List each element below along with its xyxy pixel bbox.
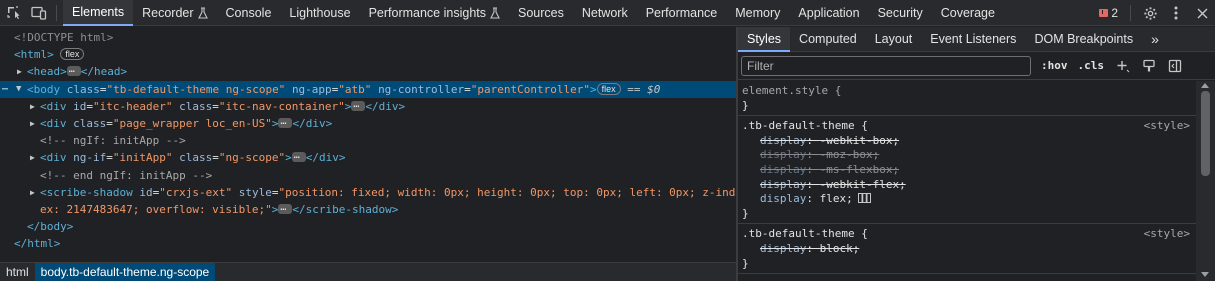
ellipsis-icon[interactable] [291, 147, 306, 165]
styles-pane: Styles Computed Layout Event Listeners D… [738, 26, 1215, 281]
issues-icon [1099, 9, 1109, 17]
dom-node-doctype[interactable]: <!DOCTYPE html> [0, 29, 736, 46]
tab-styles[interactable]: Styles [738, 26, 791, 52]
rule-close: } [742, 256, 749, 270]
toolbar-divider [56, 4, 57, 21]
tab-security[interactable]: Security [869, 0, 932, 26]
style-rule-tb-default-theme[interactable]: .tb-default-theme { <style> display: bloc… [738, 224, 1196, 275]
tab-event-listeners[interactable]: Event Listeners [921, 27, 1025, 52]
rule-source-link[interactable]: <style> [1144, 227, 1190, 242]
issues-button[interactable]: 2 [1091, 6, 1126, 20]
style-property[interactable]: display: block; [742, 242, 1196, 257]
inspect-icon[interactable] [0, 0, 26, 26]
styles-toolbar: :hov .cls [738, 52, 1215, 80]
toggle-sidebar-icon[interactable] [1168, 59, 1182, 73]
dom-node-div-page-wrapper[interactable]: ▶<div class="page_wrapper loc_en-US"></d… [0, 113, 736, 132]
expand-arrow-icon[interactable]: ▶ [30, 184, 40, 201]
scroll-up-icon[interactable] [1201, 83, 1209, 88]
dom-node-div-ng-scope[interactable]: ▶<div ng-if="initApp" class="ng-scope"><… [0, 147, 736, 166]
tab-recorder[interactable]: Recorder [133, 0, 216, 26]
ellipsis-icon[interactable] [66, 61, 81, 79]
toolbar-right: 2 [1091, 0, 1215, 26]
scrollbar-thumb[interactable] [1201, 91, 1210, 176]
tab-elements[interactable]: Elements [63, 0, 134, 26]
ellipsis-icon[interactable] [278, 113, 293, 130]
expand-arrow-icon[interactable]: ▶ [30, 149, 40, 166]
dom-node-comment[interactable]: <!-- end ngIf: initApp --> [0, 167, 736, 184]
new-rule-icon[interactable] [1116, 59, 1130, 73]
collapse-arrow-icon[interactable]: ▼ [16, 81, 26, 98]
cls-toggle[interactable]: .cls [1078, 59, 1105, 72]
tab-sources[interactable]: Sources [509, 0, 573, 26]
device-toggle-icon[interactable] [26, 0, 52, 26]
dom-node-body[interactable]: ⋯ ▼ <body class="tb-default-theme ng-scope… [0, 80, 736, 98]
tab-dom-breakpoints[interactable]: DOM Breakpoints [1025, 27, 1142, 52]
dom-node-html-close[interactable]: </html> [0, 235, 736, 252]
node-actions-icon[interactable]: ⋯ [2, 81, 12, 98]
ellipsis-icon[interactable] [278, 199, 293, 216]
ellipsis-icon[interactable] [351, 96, 366, 113]
tab-memory[interactable]: Memory [726, 0, 789, 26]
toolbar-divider [1130, 5, 1131, 21]
tab-application[interactable]: Application [789, 0, 868, 26]
dom-node-scribe-shadow[interactable]: ▶ <scribe-shadow id="crxjs-ext" style="po… [0, 184, 736, 201]
rule-close: } [742, 98, 749, 112]
close-icon[interactable] [1189, 0, 1215, 26]
issues-count: 2 [1111, 6, 1118, 20]
dom-node-head[interactable]: ▶<head></head> [0, 61, 736, 80]
expand-arrow-icon[interactable]: ▶ [30, 115, 40, 132]
flex-badge[interactable]: flex [60, 48, 85, 61]
scroll-down-icon[interactable] [1201, 272, 1209, 277]
dom-node-div-header[interactable]: ▶ <div id="itc-header" class="itc-nav-con… [0, 96, 736, 115]
more-vert-icon[interactable] [1163, 0, 1189, 26]
style-property[interactable]: display: -moz-box; [742, 148, 1196, 163]
tab-network[interactable]: Network [573, 0, 637, 26]
flask-icon [490, 6, 500, 19]
tab-layout[interactable]: Layout [866, 27, 922, 52]
selected-node-marker: == $0 [627, 82, 661, 96]
style-property[interactable]: display: -ms-flexbox; [742, 163, 1196, 178]
rule-source-link[interactable]: <style> [1144, 119, 1190, 134]
styles-filter-input[interactable] [741, 55, 1031, 76]
tab-performance-insights[interactable]: Performance insights [360, 0, 509, 26]
hov-toggle[interactable]: :hov [1041, 59, 1068, 72]
style-rule-tb-default-theme[interactable]: .tb-default-theme { <style> display: -web… [738, 116, 1196, 225]
devtools-toolbar: Elements Recorder Console Lighthouse Per… [0, 0, 1215, 26]
style-property[interactable]: display: flex; [742, 192, 1196, 207]
sidebar-tabs: Styles Computed Layout Event Listeners D… [738, 26, 1215, 52]
gear-icon[interactable] [1137, 0, 1163, 26]
dom-node-scribe-shadow-wrap[interactable]: ex: 2147483647; overflow: visible;"></sc… [0, 199, 736, 218]
style-rule-element[interactable]: element.style { } [738, 81, 1196, 117]
tab-coverage[interactable]: Coverage [932, 0, 1004, 26]
paint-brush-icon[interactable] [1142, 59, 1156, 73]
style-property[interactable]: display: -webkit-flex; [742, 178, 1196, 193]
rule-close: } [742, 206, 749, 220]
flex-editor-icon[interactable] [857, 193, 871, 204]
styles-scrollbar[interactable] [1196, 81, 1215, 281]
breadcrumb-body[interactable]: body.tb-default-theme.ng-scope [34, 262, 216, 281]
tab-lighthouse[interactable]: Lighthouse [280, 0, 359, 26]
style-rules: element.style { } .tb-default-theme { <st… [738, 81, 1196, 281]
breadcrumb: html body.tb-default-theme.ng-scope [0, 262, 736, 281]
expand-arrow-icon[interactable]: ▶ [30, 98, 40, 115]
tab-computed[interactable]: Computed [790, 27, 866, 52]
rule-selector: element.style { [742, 84, 842, 97]
rule-selector: .tb-default-theme { [742, 227, 868, 241]
dom-node-body-close[interactable]: </body> [0, 218, 736, 235]
dom-node-comment[interactable]: <!-- ngIf: initApp --> [0, 132, 736, 149]
breadcrumb-html[interactable]: html [0, 263, 35, 281]
dom-node-html[interactable]: <html> flex [0, 46, 736, 63]
tab-performance[interactable]: Performance [637, 0, 727, 26]
flask-icon [197, 6, 208, 19]
tab-console[interactable]: Console [217, 0, 281, 26]
more-tabs-icon[interactable]: » [1142, 27, 1168, 52]
flex-badge[interactable]: flex [596, 82, 621, 95]
expand-arrow-icon[interactable]: ▶ [17, 63, 27, 80]
style-property[interactable]: display: -webkit-box; [742, 134, 1196, 149]
dom-tree: <!DOCTYPE html> <html> flex ▶<head></hea… [0, 27, 736, 262]
rule-selector: .tb-default-theme { [742, 119, 868, 133]
